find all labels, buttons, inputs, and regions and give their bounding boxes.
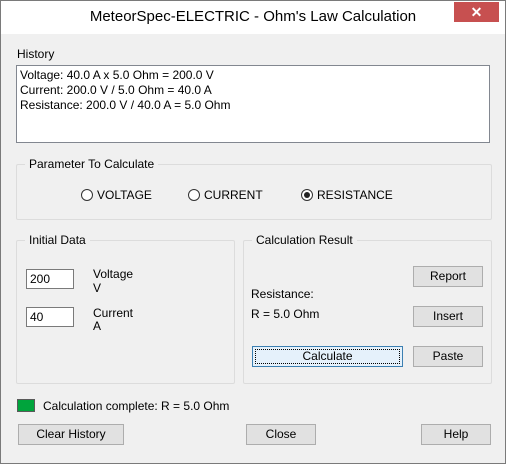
result-group-title: Calculation Result: [252, 233, 357, 247]
current-label: Current: [93, 306, 134, 320]
history-line: Voltage: 40.0 A x 5.0 Ohm = 200.0 V: [20, 68, 214, 82]
voltage-label: Voltage: [93, 267, 134, 281]
initial-data-title: Initial Data: [25, 233, 90, 247]
status-text: Calculation complete: R = 5.0 Ohm: [43, 399, 230, 413]
insert-button[interactable]: Insert: [413, 306, 483, 327]
close-icon[interactable]: ✕: [454, 2, 499, 22]
current-unit: A: [93, 319, 102, 333]
calculate-button-label: Calculate: [255, 349, 400, 364]
history-label: History: [17, 47, 55, 61]
calculate-button[interactable]: Calculate: [252, 346, 403, 367]
current-input[interactable]: [26, 307, 74, 327]
radio-selected-icon: [301, 189, 313, 201]
history-line: Resistance: 200.0 V / 40.0 A = 5.0 Ohm: [20, 98, 231, 112]
radio-resistance-label: RESISTANCE: [317, 188, 393, 202]
history-line: Current: 200.0 V / 5.0 Ohm = 40.0 A: [20, 83, 212, 97]
radio-voltage[interactable]: VOLTAGE: [81, 188, 152, 202]
clear-history-button[interactable]: Clear History: [18, 424, 124, 445]
parameter-group-title: Parameter To Calculate: [25, 157, 159, 171]
voltage-input[interactable]: [26, 269, 74, 289]
close-button[interactable]: Close: [246, 424, 316, 445]
radio-resistance[interactable]: RESISTANCE: [301, 188, 393, 202]
report-button[interactable]: Report: [413, 266, 483, 287]
voltage-unit: V: [93, 281, 102, 295]
dialog-window: MeteorSpec-ELECTRIC - Ohm's Law Calculat…: [0, 0, 506, 464]
window-title: MeteorSpec-ELECTRIC - Ohm's Law Calculat…: [89, 8, 417, 25]
title-bar: MeteorSpec-ELECTRIC - Ohm's Law Calculat…: [1, 1, 505, 34]
result-value: R = 5.0 Ohm: [251, 307, 320, 321]
radio-current[interactable]: CURRENT: [188, 188, 263, 202]
paste-button[interactable]: Paste: [413, 346, 483, 367]
radio-circle-icon: [81, 189, 93, 201]
status-indicator-icon: [17, 399, 35, 412]
radio-voltage-label: VOLTAGE: [97, 188, 152, 202]
result-name: Resistance:: [251, 287, 314, 301]
radio-current-label: CURRENT: [204, 188, 263, 202]
radio-circle-icon: [188, 189, 200, 201]
history-textbox[interactable]: Voltage: 40.0 A x 5.0 Ohm = 200.0 V Curr…: [16, 65, 490, 143]
help-button[interactable]: Help: [421, 424, 491, 445]
